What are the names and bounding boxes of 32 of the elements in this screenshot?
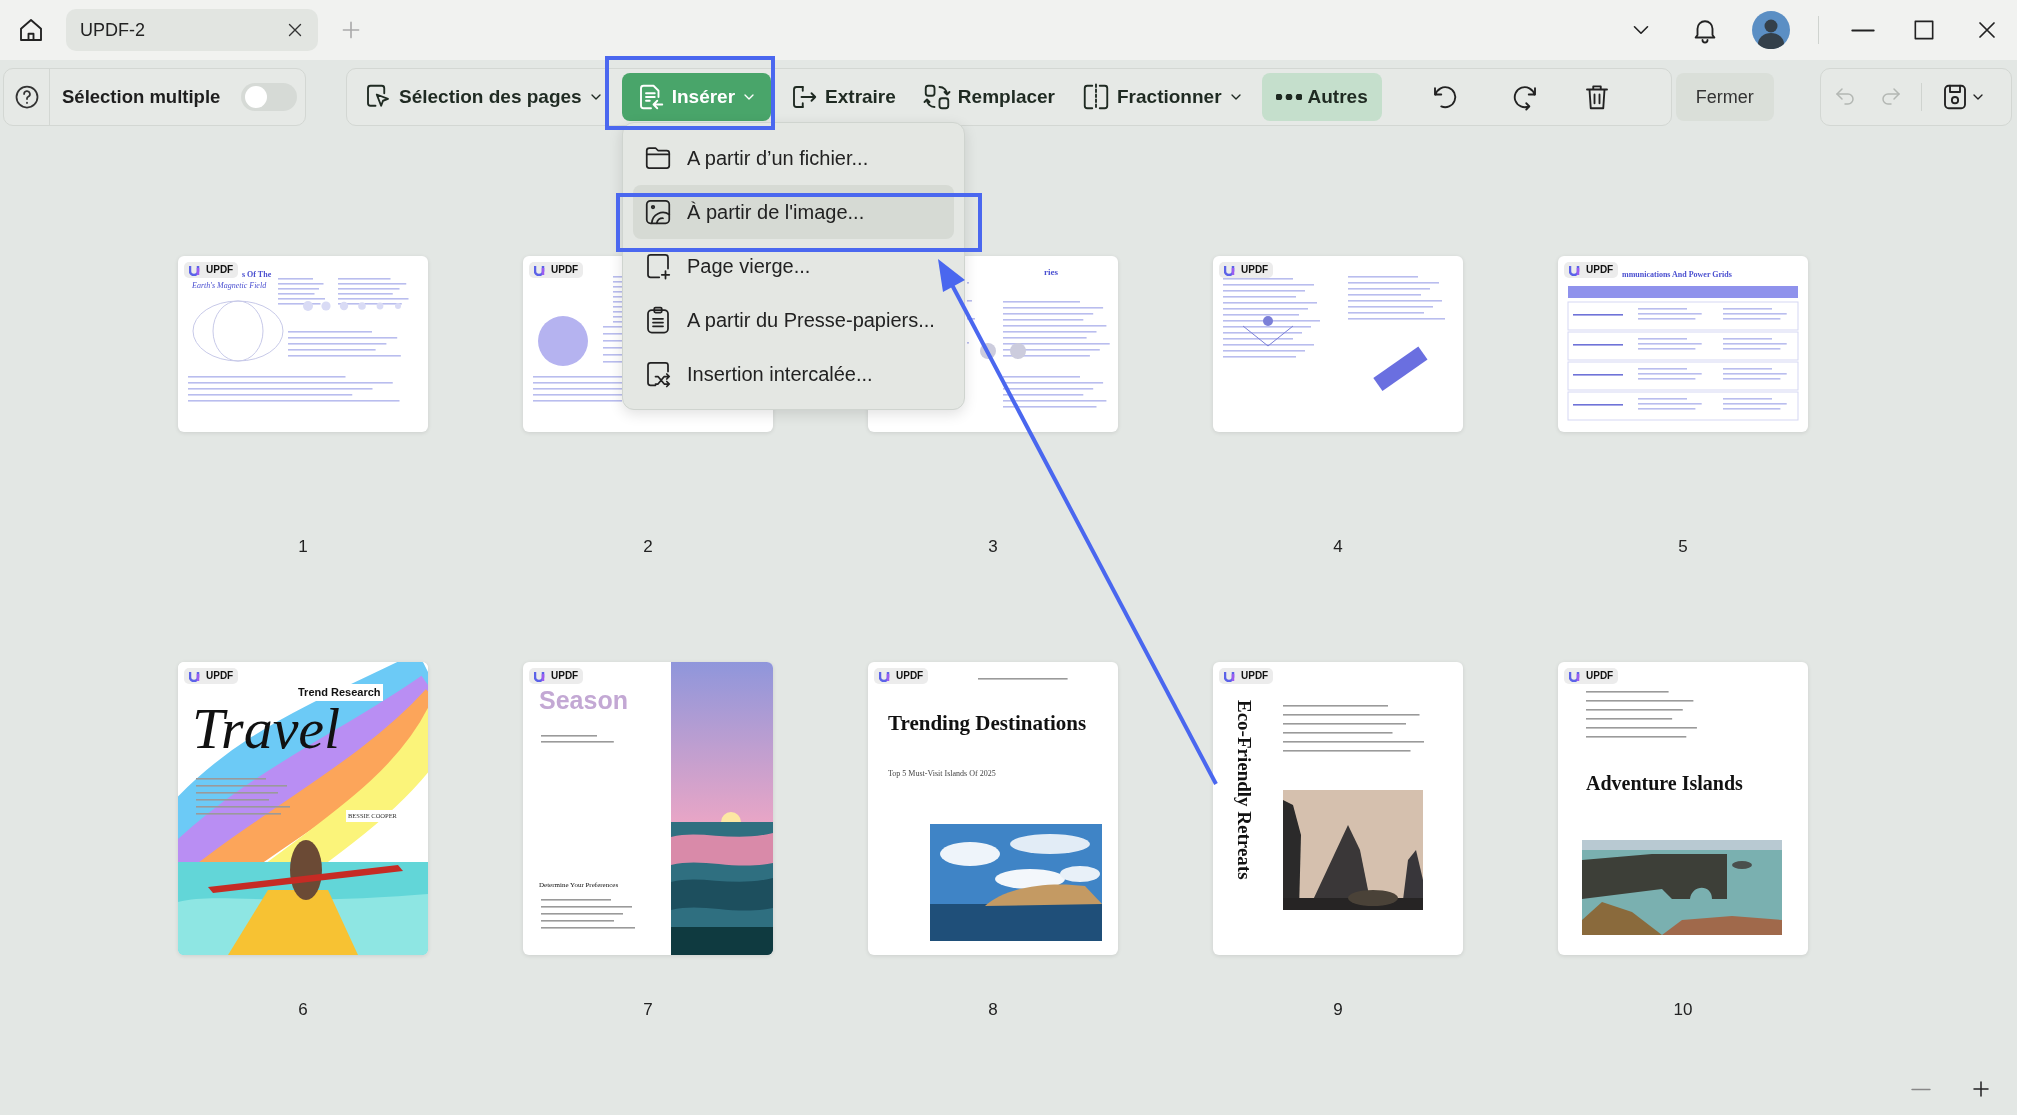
page-number: 8 bbox=[988, 1001, 998, 1018]
logo-text: UPDF bbox=[1241, 265, 1269, 275]
logo-text: UPDF bbox=[1586, 671, 1614, 681]
cover-title: Eco-Friendly Retreats bbox=[1235, 700, 1254, 880]
page-number: 5 bbox=[1678, 538, 1688, 555]
cover-title: Season bbox=[539, 688, 628, 713]
page-number: 7 bbox=[643, 1001, 653, 1018]
tab-title: UPDF-2 bbox=[80, 18, 145, 42]
logo-text: UPDF bbox=[206, 265, 234, 275]
cover-subtitle: Trend Research bbox=[296, 684, 383, 701]
page-heading: mmunications And Power Grids bbox=[1622, 269, 1732, 281]
page-number: 2 bbox=[643, 538, 653, 555]
logo-text: UPDF bbox=[1586, 265, 1614, 275]
page-number: 3 bbox=[988, 538, 998, 555]
page-heading: Earth's Magnetic Field bbox=[192, 280, 267, 292]
logo-text: UPDF bbox=[206, 671, 234, 681]
logo-text: UPDF bbox=[1241, 671, 1269, 681]
page-heading: ries bbox=[1044, 266, 1058, 279]
logo-text: UPDF bbox=[551, 671, 579, 681]
cover-title: Adventure Islands bbox=[1586, 773, 1743, 794]
page-heading: s Of The bbox=[242, 269, 272, 281]
logo-text: UPDF bbox=[551, 265, 579, 275]
page-number: 1 bbox=[298, 538, 308, 555]
page-number: 10 bbox=[1673, 1001, 1693, 1018]
page-number: 6 bbox=[298, 1001, 308, 1018]
cover-title: Travel bbox=[192, 700, 341, 758]
multi-select-label: Sélection multiple bbox=[62, 85, 221, 110]
cover-subtitle: Top 5 Must-Visit Islands Of 2025 bbox=[888, 768, 996, 780]
page-number: 9 bbox=[1333, 1001, 1343, 1018]
cover-title: Trending Destinations bbox=[888, 712, 1087, 735]
logo-text: UPDF bbox=[896, 671, 924, 681]
page-number: 4 bbox=[1333, 538, 1343, 555]
